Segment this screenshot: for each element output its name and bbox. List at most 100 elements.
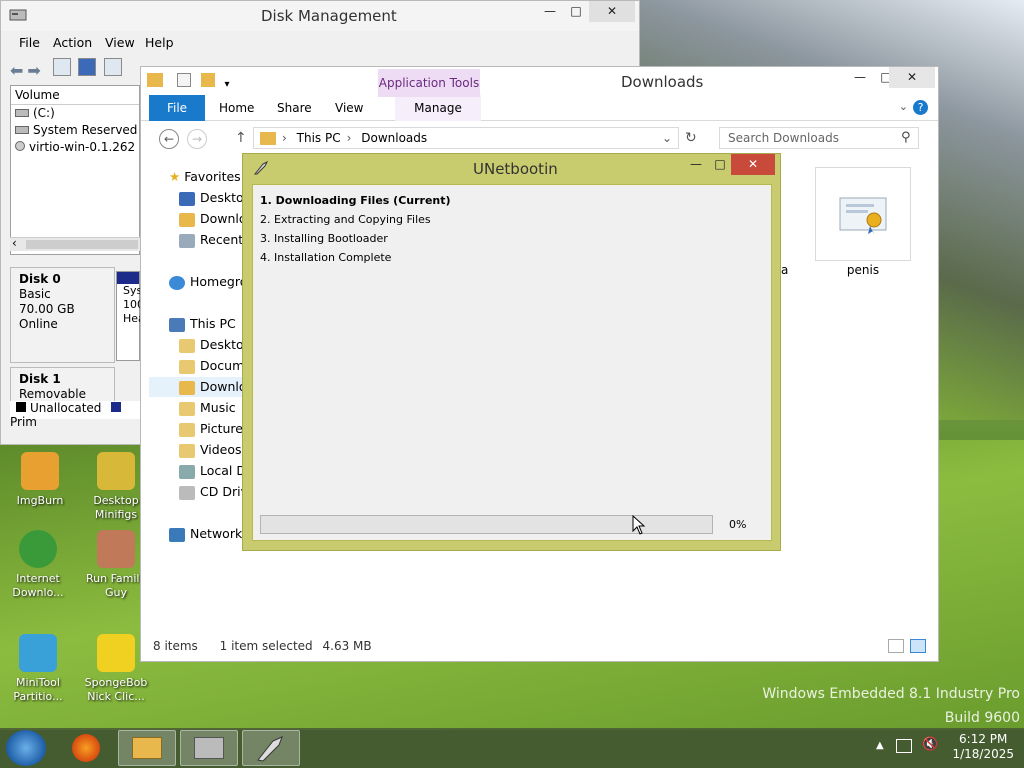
legend-label-unallocated: Unallocated [30, 401, 102, 415]
volume-label: (C:) [33, 106, 55, 120]
close-button[interactable]: ✕ [889, 67, 935, 88]
file-item-penis[interactable] [815, 167, 911, 261]
unetbootin-window: UNetbootin — □ ✕ 1. Downloading Files (C… [242, 153, 781, 551]
menu-help[interactable]: Help [145, 35, 174, 50]
volume-label: System Reserved [33, 123, 138, 137]
menu-file[interactable]: File [19, 35, 40, 50]
unetbootin-titlebar[interactable]: UNetbootin — □ ✕ [243, 154, 780, 184]
tab-share[interactable]: Share [277, 95, 312, 121]
desktop-icon-label: SpongeBob Nick Clic... [84, 676, 148, 703]
disk-0-type: Basic [19, 287, 51, 301]
disk-0-name: Disk 0 [19, 272, 61, 286]
address-dropdown-icon[interactable]: ⌄ [662, 128, 672, 148]
unetbootin-icon [253, 160, 269, 175]
music-folder-icon [179, 401, 195, 416]
nav-thispc[interactable]: This PC [169, 314, 236, 334]
windows-watermark-edition: Windows Embedded 8.1 Industry Pro [762, 686, 1020, 702]
up-icon[interactable]: ↑ [235, 130, 247, 146]
desktop-icon-minifigs[interactable]: Desktop Minifigs [84, 452, 148, 522]
disk-0-panel[interactable]: Disk 0 Basic 70.00 GB Online [10, 267, 115, 363]
tab-home[interactable]: Home [219, 95, 254, 121]
help-icon[interactable] [78, 58, 97, 76]
desktop-icon-minitool[interactable]: MiniTool Partitio... [6, 634, 70, 704]
ribbon-expand-icon[interactable]: ⌄ [899, 100, 908, 113]
nav-pc-videos[interactable]: Videos [179, 440, 242, 460]
partition-bar [117, 272, 139, 284]
refresh-icon[interactable]: ↻ [685, 130, 697, 146]
start-button[interactable] [6, 730, 46, 766]
details-view-icon[interactable] [888, 639, 904, 653]
quick-access-toolbar: ▾ [147, 73, 230, 90]
breadcrumb-separator-icon: › [282, 131, 287, 145]
nav-pc-pictures[interactable]: Pictures [179, 419, 250, 439]
nav-fav-desktop[interactable]: Desktop [179, 188, 252, 208]
desktop-icon-imgburn[interactable]: ImgBurn [8, 452, 72, 508]
unetbootin-title: UNetbootin [473, 160, 558, 178]
properties-icon[interactable] [176, 73, 191, 87]
nav-network[interactable]: Network [169, 524, 242, 544]
explorer-titlebar[interactable]: ▾ Downloads — □ ✕ [141, 67, 938, 95]
nav-pc-music[interactable]: Music [179, 398, 236, 418]
menu-view[interactable]: View [105, 35, 135, 50]
downloads-icon [179, 380, 195, 395]
new-folder-icon[interactable] [200, 73, 215, 87]
volume-muted-icon[interactable]: 🔇 [922, 737, 938, 752]
taskbar-disk-management[interactable] [180, 730, 238, 766]
search-icon[interactable]: ⚲ [901, 130, 911, 145]
firefox-icon [72, 734, 100, 762]
desktop-icon-familyguy[interactable]: Run Family Guy [84, 530, 148, 600]
clock[interactable]: 6:12 PM 1/18/2025 [952, 732, 1014, 762]
volume-row[interactable]: System Reserved [11, 122, 139, 139]
scrollbar-thumb[interactable] [26, 240, 138, 249]
maximize-button[interactable]: □ [707, 154, 733, 175]
disk-0-partition[interactable]: Sys 100 Hea [116, 271, 145, 361]
volume-column-header[interactable]: Volume [11, 86, 139, 105]
status-item-count: 8 items [153, 639, 198, 653]
breadcrumb-separator-icon: › [346, 131, 352, 145]
nav-pc-desktop[interactable]: Desktop [179, 335, 252, 355]
minimize-button[interactable]: — [683, 154, 709, 175]
forward-icon[interactable]: → [187, 129, 207, 149]
ribbon-tabs: File Home Share View Manage ⌄ ? [141, 95, 938, 121]
chevron-down-icon[interactable]: ▾ [224, 79, 229, 90]
disk-management-title: Disk Management [261, 7, 397, 25]
windows-watermark-build: Build 9600 [944, 710, 1020, 726]
disk-1-panel[interactable]: Disk 1 Removable (D:) [10, 367, 115, 416]
disk-management-titlebar[interactable]: Disk Management — □ ✕ [1, 1, 639, 31]
properties-icon[interactable] [104, 58, 123, 76]
close-button[interactable]: ✕ [731, 154, 775, 175]
application-tools-label: Application Tools [378, 69, 480, 97]
taskbar-unetbootin[interactable] [242, 730, 300, 766]
taskbar-firefox[interactable] [58, 730, 114, 766]
step-2: 2. Extracting and Copying Files [260, 213, 431, 226]
breadcrumb-downloads[interactable]: Downloads [361, 131, 427, 145]
horizontal-scrollbar[interactable]: ‹ [10, 236, 140, 251]
certificate-file-icon [839, 197, 887, 234]
nav-favorites[interactable]: ★ Favorites [169, 167, 241, 187]
desktop-icon-spongebob[interactable]: SpongeBob Nick Clic... [84, 634, 148, 704]
help-icon[interactable]: ? [913, 100, 928, 115]
legend-label-primary: Prim [10, 415, 37, 429]
close-button[interactable]: ✕ [589, 1, 635, 22]
volume-row[interactable]: virtio-win-0.1.262 ... [11, 139, 150, 156]
address-bar[interactable]: › This PC › Downloads ⌄ [253, 127, 679, 149]
legend-swatch-unallocated [16, 402, 26, 412]
tab-view[interactable]: View [335, 95, 363, 121]
menu-action[interactable]: Action [53, 35, 92, 50]
network-tray-icon[interactable] [896, 739, 912, 753]
pictures-folder-icon [179, 422, 195, 437]
scroll-left-icon[interactable]: ‹ [12, 236, 17, 250]
console-tree-icon[interactable] [52, 58, 71, 76]
show-hidden-icons-icon[interactable]: ▲ [876, 740, 884, 751]
back-icon[interactable]: ← [159, 129, 179, 149]
taskbar-file-explorer[interactable] [118, 730, 176, 766]
search-input[interactable]: Search Downloads [719, 127, 919, 149]
volume-row[interactable]: (C:) [11, 105, 139, 122]
tab-manage[interactable]: Manage [395, 95, 481, 121]
tab-file[interactable]: File [149, 95, 205, 121]
back-arrow-icon[interactable]: ⬅ [10, 61, 23, 80]
forward-arrow-icon[interactable]: ➡ [27, 61, 40, 80]
large-icons-view-icon[interactable] [910, 639, 926, 653]
breadcrumb-thispc[interactable]: This PC [297, 131, 341, 145]
desktop-icon-idm[interactable]: Internet Downlo... [6, 530, 70, 600]
